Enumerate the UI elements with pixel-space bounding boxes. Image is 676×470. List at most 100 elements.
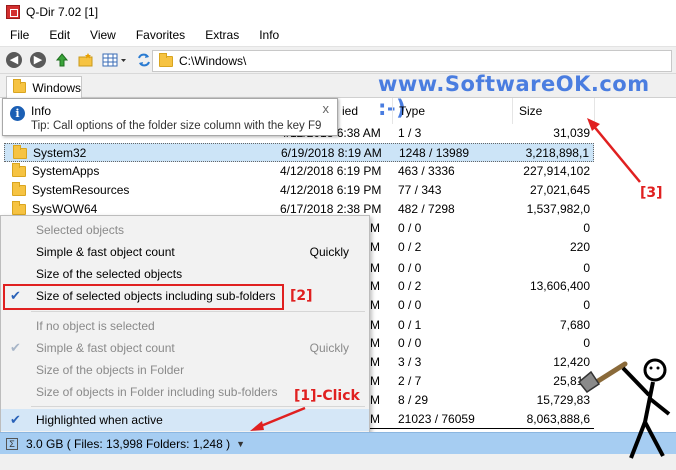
tooltip-body: Tip: Call options of the folder size col… <box>31 120 322 132</box>
address-bar[interactable]: C:\Windows\ <box>152 50 672 72</box>
window-title: Q-Dir 7.02 [1] <box>26 5 99 19</box>
table-row-selected[interactable]: System32 6/19/2018 8:19 AM 1248 / 13989 … <box>4 143 594 162</box>
row-size: 220 <box>569 240 590 254</box>
app-icon <box>6 5 20 19</box>
refresh-icon <box>138 53 150 67</box>
table-row[interactable]: SystemApps 4/12/2018 6:19 PM 463 / 3336 … <box>4 162 594 181</box>
menu-item-simple-fast-count[interactable]: Simple & fast object count Quickly <box>1 241 369 263</box>
menu-item-label: Selected objects <box>36 223 125 237</box>
row-type: 0 / 2 <box>398 279 422 293</box>
row-type: 0 / 0 <box>398 221 422 235</box>
stick-figure-icon <box>621 358 671 459</box>
menu-item-label: Size of the selected objects <box>36 267 183 281</box>
row-name-cell: System32 <box>11 144 87 160</box>
row-name-cell: SystemApps <box>10 162 100 178</box>
table-row[interactable]: SystemResources 4/12/2018 6:19 PM 77 / 3… <box>4 181 594 200</box>
tooltip-title: Info <box>31 104 52 118</box>
folder-icon <box>13 79 27 93</box>
row-size: 227,914,102 <box>523 164 590 178</box>
row-type: 77 / 343 <box>398 183 442 197</box>
menu-header-selected-objects: Selected objects <box>1 219 369 241</box>
row-date-fragment: M <box>370 374 380 388</box>
row-date-fragment: M <box>370 412 380 426</box>
menu-item-label: Size of objects in Folder including sub-… <box>36 385 278 399</box>
up-folder-button[interactable] <box>52 50 72 70</box>
menu-separator <box>31 406 365 407</box>
menu-item-label: Simple & fast object count <box>36 245 175 259</box>
row-name-cell: SysWOW64 <box>10 200 98 216</box>
menu-item-size-folder[interactable]: Size of the objects in Folder <box>1 359 369 381</box>
check-icon: ✔ <box>10 412 21 427</box>
row-type: 8 / 29 <box>398 393 429 407</box>
row-size: 0 <box>583 261 590 275</box>
toolbar: ◀ ▶ C:\Windows\ <box>0 46 676 74</box>
row-type: 1248 / 13989 <box>399 146 470 160</box>
info-icon: i <box>10 106 25 121</box>
menu-item-size-selected[interactable]: Size of the selected objects <box>1 263 369 285</box>
menu-header-no-selection: If no object is selected <box>1 315 369 337</box>
tab-windows[interactable]: Windows <box>6 76 82 98</box>
row-name: SystemApps <box>32 164 100 178</box>
menu-edit[interactable]: Edit <box>39 28 80 42</box>
row-date-fragment: M <box>370 221 380 235</box>
row-name: System32 <box>33 146 87 160</box>
row-size: 1,537,982,0 <box>526 202 590 216</box>
tab-label: Windows <box>32 80 81 95</box>
address-path: C:\Windows\ <box>179 54 247 68</box>
folder-icon <box>12 162 26 177</box>
check-icon: ✔ <box>10 340 21 355</box>
row-type: 463 / 3336 <box>398 164 455 178</box>
row-type: 0 / 0 <box>398 298 422 312</box>
stick-figure-with-hammer <box>577 358 671 459</box>
menu-item-value: Quickly <box>309 341 349 355</box>
forward-arrow-icon: ▶ <box>30 52 46 68</box>
annotation-1-click: [1]-Click <box>294 388 360 404</box>
row-name-cell: SystemResources <box>10 181 129 197</box>
row-size: 0 <box>583 298 590 312</box>
new-folder-button[interactable] <box>76 50 96 70</box>
back-arrow-icon: ◀ <box>6 52 22 68</box>
menu-file[interactable]: File <box>0 28 39 42</box>
row-date-fragment: M <box>370 355 380 369</box>
column-type-label: Type <box>399 104 426 118</box>
row-size: 7,680 <box>559 318 590 332</box>
column-header-type[interactable]: Type <box>392 98 512 124</box>
row-type: 0 / 0 <box>398 261 422 275</box>
annotation-3: [3] <box>640 185 663 201</box>
menu-item-highlighted-when-active[interactable]: ✔ Highlighted when active <box>1 409 369 431</box>
row-type: 482 / 7298 <box>398 202 455 216</box>
menu-item-value: Quickly <box>309 245 349 259</box>
column-header-size[interactable]: Size <box>512 98 594 124</box>
row-date-fragment: M <box>370 279 380 293</box>
folder-icon <box>159 52 173 67</box>
row-name: SysWOW64 <box>32 202 98 216</box>
row-date-fragment: M <box>370 336 380 350</box>
row-type: 0 / 1 <box>398 318 422 332</box>
menu-extras[interactable]: Extras <box>195 28 249 42</box>
forward-button[interactable]: ▶ <box>28 50 48 70</box>
info-tooltip: i Info Tip: Call options of the folder s… <box>2 98 338 136</box>
refresh-button[interactable] <box>134 50 154 70</box>
menu-bar: File Edit View Favorites Extras Info <box>0 24 676 46</box>
row-size: 3,218,898,1 <box>525 146 589 160</box>
row-date: 4/12/2018 6:19 PM <box>280 164 382 178</box>
menu-favorites[interactable]: Favorites <box>126 28 195 42</box>
highlight-box-option-2 <box>3 284 284 310</box>
row-date: 6/17/2018 2:38 PM <box>280 202 382 216</box>
menu-view[interactable]: View <box>80 28 126 42</box>
back-button[interactable]: ◀ <box>4 50 24 70</box>
menu-item-simple-fast-count-2[interactable]: ✔ Simple & fast object count Quickly <box>1 337 369 359</box>
row-type: 1 / 3 <box>398 126 422 140</box>
row-size: 27,021,645 <box>529 183 590 197</box>
row-date: 6/19/2018 8:19 AM <box>281 146 382 160</box>
new-folder-icon <box>78 53 93 67</box>
column-header-date[interactable]: ied <box>336 98 392 124</box>
chevron-down-icon[interactable]: ▼ <box>236 439 245 449</box>
menu-item-label: If no object is selected <box>36 319 155 333</box>
close-icon[interactable]: x <box>323 101 330 116</box>
row-date-fragment: M <box>370 393 380 407</box>
title-bar: Q-Dir 7.02 [1] <box>0 0 676 24</box>
row-type: 21023 / 76059 <box>398 412 475 426</box>
view-grid-button[interactable] <box>100 50 130 70</box>
menu-info[interactable]: Info <box>249 28 289 42</box>
